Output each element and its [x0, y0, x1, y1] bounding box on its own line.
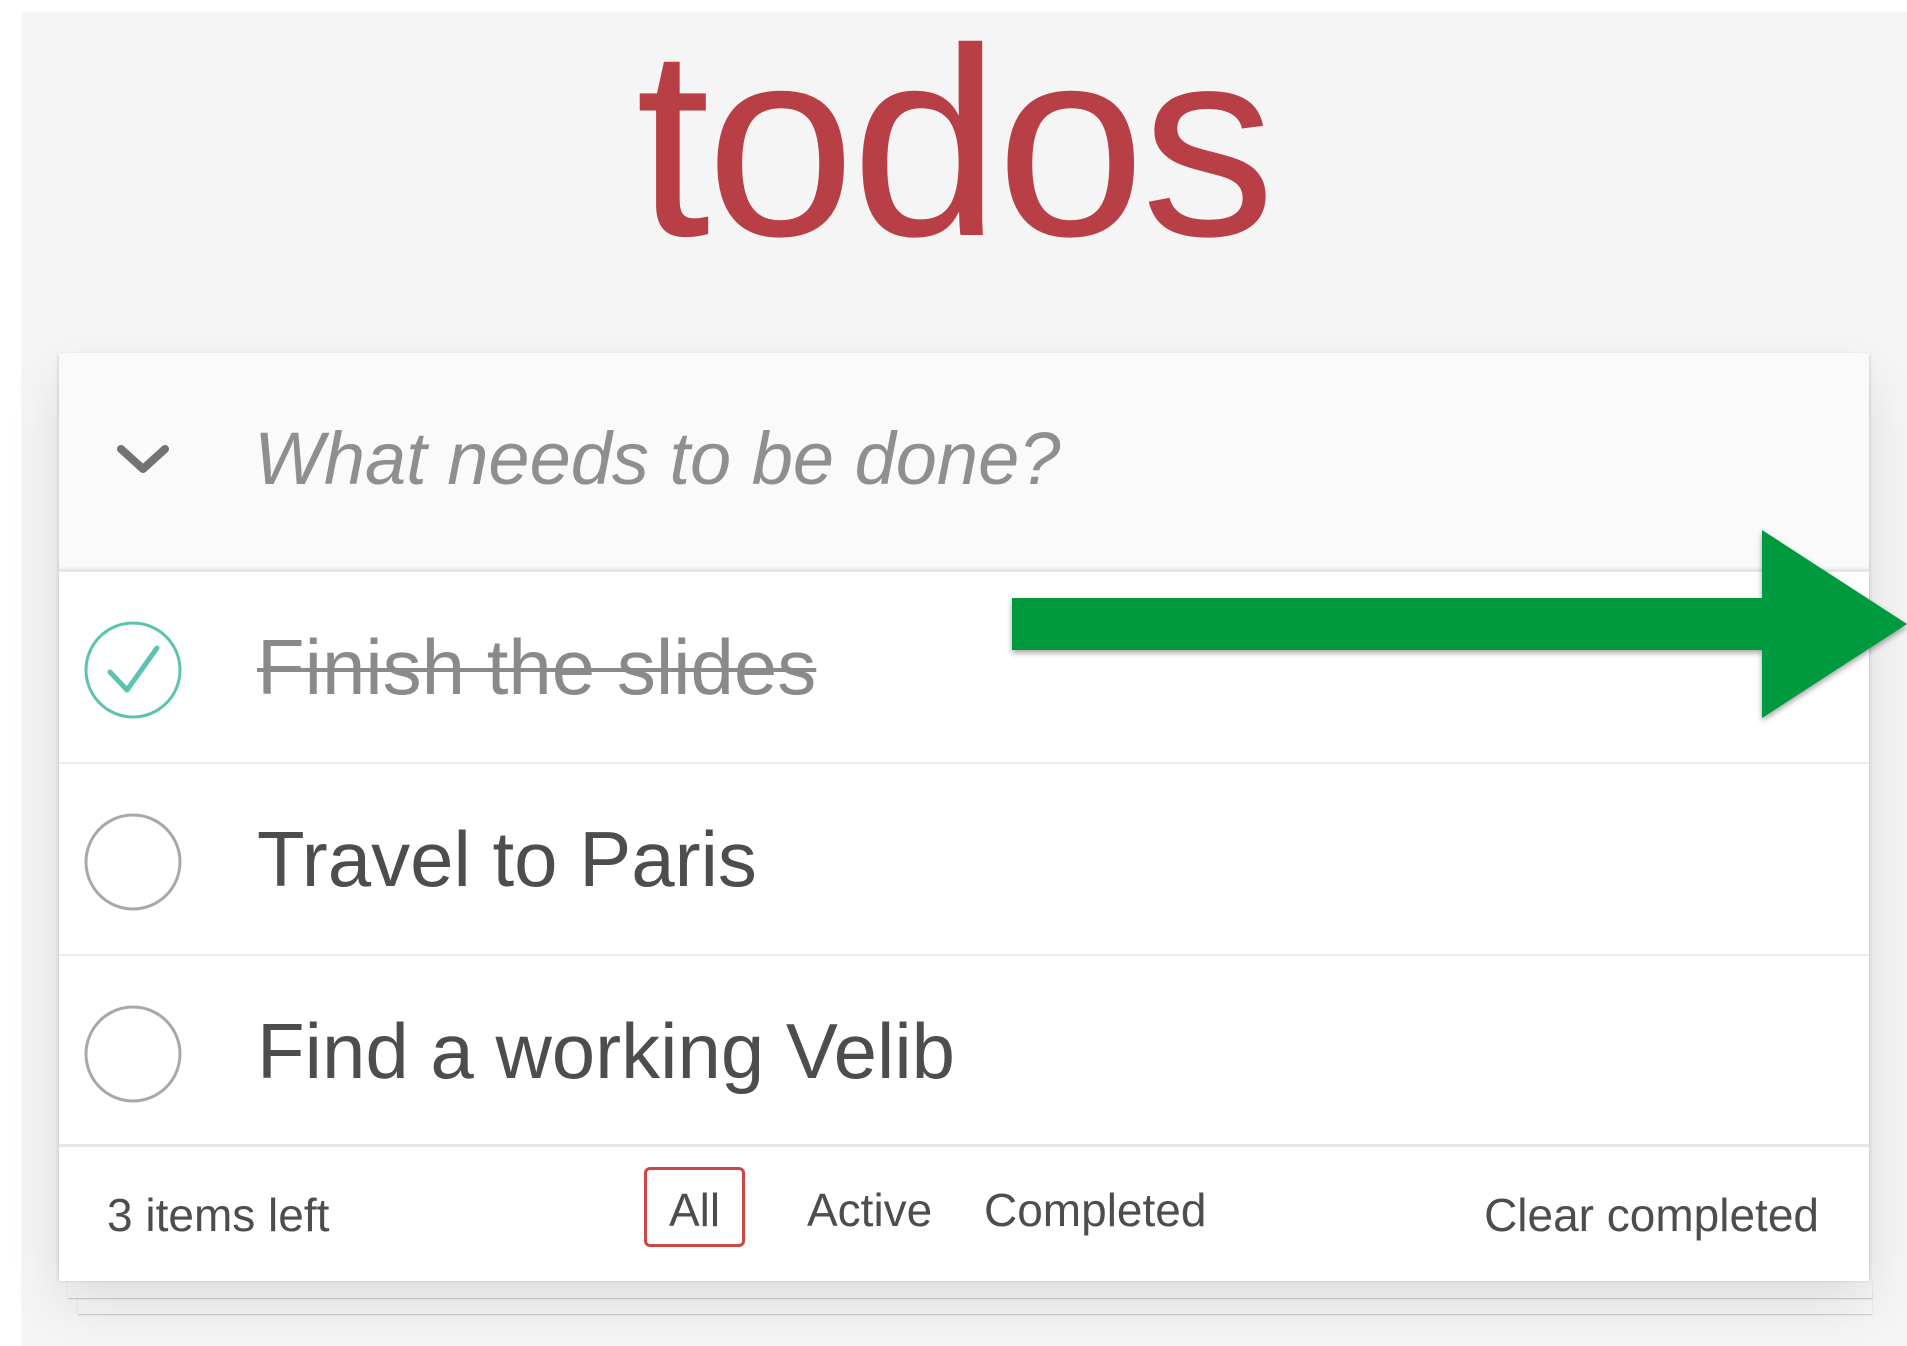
todo-label[interactable]: Finish the slides: [257, 612, 816, 722]
filter-active[interactable]: Active: [782, 1167, 957, 1247]
new-todo-input[interactable]: [254, 393, 1814, 523]
card-stack-shadow: [68, 1280, 1872, 1298]
items-left-count: 3 items left: [107, 1189, 330, 1241]
filter-completed[interactable]: Completed: [959, 1167, 1231, 1247]
clear-completed-button[interactable]: Clear completed: [1484, 1187, 1819, 1243]
todo-item: Find a working Velib: [59, 956, 1869, 1150]
right-arrow-icon: [1012, 530, 1907, 718]
todo-footer: 3 items left All Active Completed Clear …: [59, 1144, 1869, 1281]
empty-circle-icon[interactable]: [83, 812, 183, 912]
check-circle-icon[interactable]: [83, 620, 183, 720]
todo-app-card: Finish the slides Travel to Paris Find a…: [59, 353, 1869, 1281]
todo-item: Travel to Paris: [59, 764, 1869, 956]
empty-circle-icon[interactable]: [83, 1004, 183, 1104]
filter-all[interactable]: All: [644, 1167, 746, 1247]
app-title: todos: [635, 0, 1276, 292]
chevron-down-icon[interactable]: [107, 423, 179, 495]
todo-label[interactable]: Travel to Paris: [257, 804, 757, 914]
todo-label[interactable]: Find a working Velib: [257, 996, 955, 1106]
